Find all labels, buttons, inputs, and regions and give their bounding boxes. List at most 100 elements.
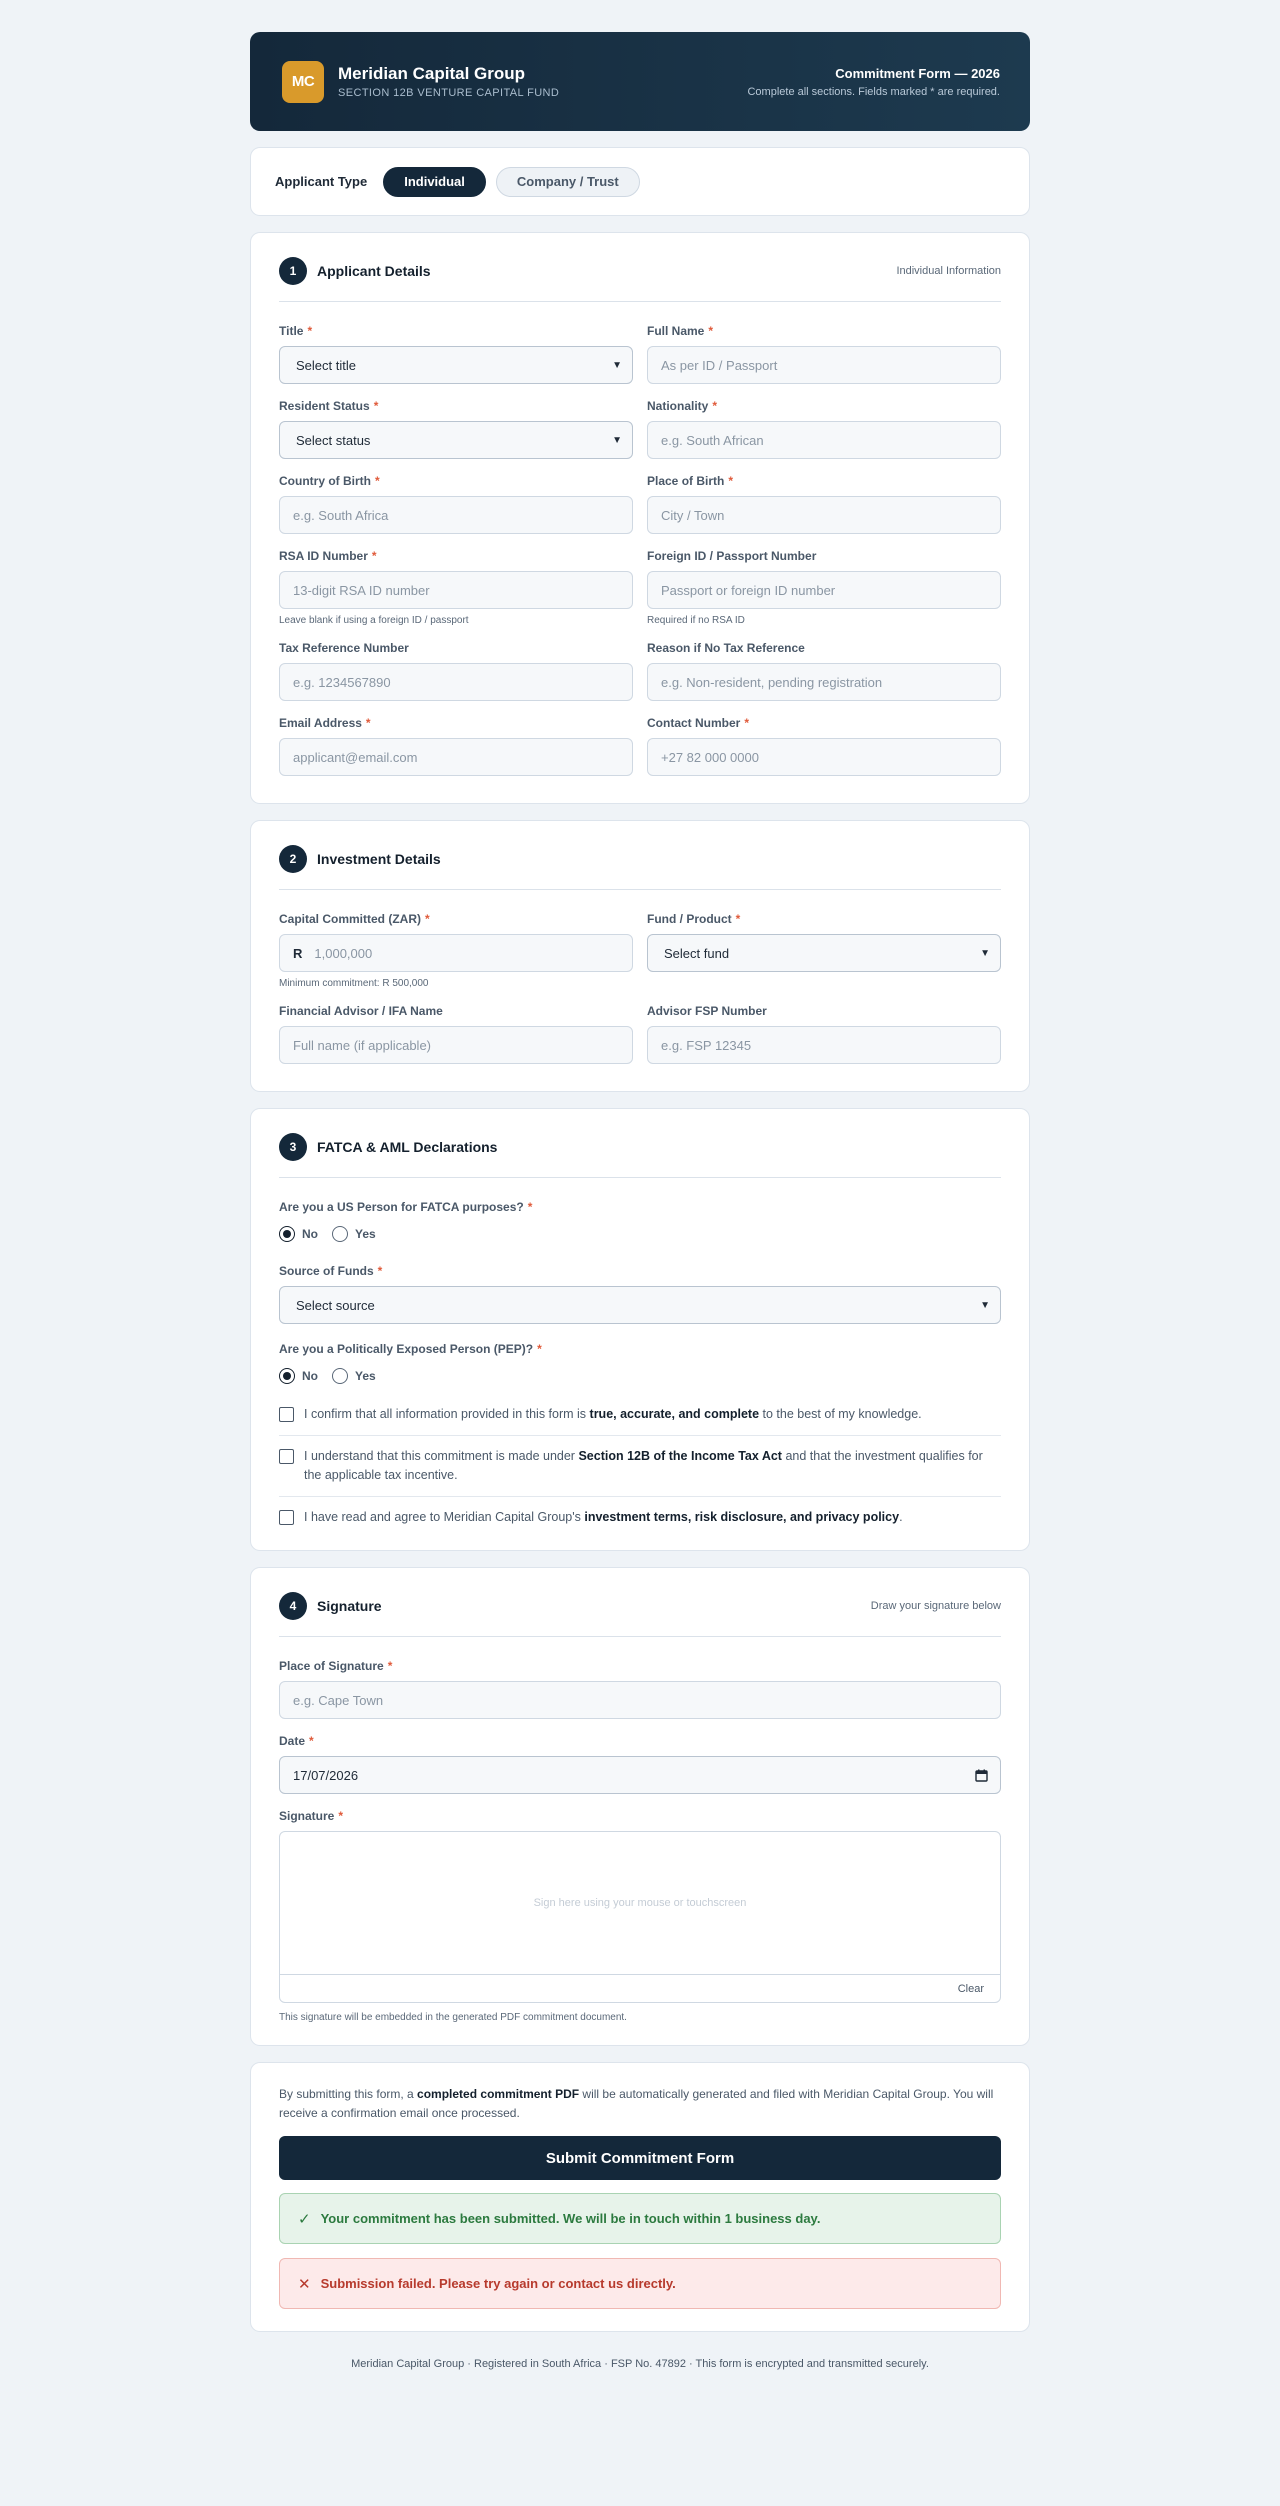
footer: Meridian Capital Group · Registered in S… (351, 2358, 929, 2370)
submit-card: By submitting this form, a completed com… (250, 2062, 1030, 2332)
pep-radio-group: No Yes (279, 1368, 1001, 1384)
section-number: 4 (279, 1592, 307, 1620)
signature-placeholder[interactable]: Sign here using your mouse or touchscree… (280, 1832, 1000, 1974)
full-name-input[interactable]: As per ID / Passport (647, 346, 1001, 384)
accuracy-checkbox[interactable] (279, 1407, 294, 1422)
section12b-checkbox[interactable] (279, 1449, 294, 1464)
applicant-type-label: Applicant Type (275, 174, 368, 189)
section-number: 1 (279, 257, 307, 285)
applicant-type-individual[interactable]: Individual (383, 166, 486, 197)
fatca-radio-group: No Yes (279, 1226, 1001, 1242)
email-label: Email Address (279, 716, 362, 730)
form-title: Commitment Form — 2026 (835, 65, 1000, 81)
capital-help: Minimum commitment: R 500,000 (279, 978, 429, 989)
pep-yes-radio[interactable]: Yes (332, 1368, 376, 1384)
chevron-down-icon: ▼ (980, 1299, 990, 1311)
section-fatca-aml: 3 FATCA & AML Declarations Are you a US … (250, 1108, 1030, 1551)
fatca-question: Are you a US Person for FATCA purposes? (279, 1200, 524, 1214)
success-alert: ✓ Your commitment has been submitted. We … (279, 2193, 1001, 2244)
nationality-label: Nationality (647, 399, 709, 413)
declaration-section12b: I understand that this commitment is mad… (279, 1436, 1001, 1497)
foreign-id-help: Required if no RSA ID (647, 615, 745, 626)
source-select[interactable]: Select source ▼ (279, 1286, 1001, 1324)
applicant-type-company[interactable]: Company / Trust (495, 166, 640, 197)
chevron-down-icon: ▼ (980, 947, 990, 959)
section-number: 2 (279, 845, 307, 873)
terms-checkbox[interactable] (279, 1510, 294, 1525)
fatca-no-radio[interactable]: No (279, 1226, 318, 1242)
capital-label: Capital Committed (ZAR) (279, 912, 421, 926)
capital-input[interactable]: R 1,000,000 (279, 934, 633, 972)
advisor-input[interactable]: Full name (if applicable) (279, 1026, 633, 1064)
section-title: Signature (317, 1598, 382, 1614)
resident-status-select[interactable]: Select status ▼ (279, 421, 633, 459)
pep-no-radio[interactable]: No (279, 1368, 318, 1384)
signature-label: Signature (279, 1809, 335, 1823)
title-select[interactable]: Select title ▼ (279, 346, 633, 384)
check-icon: ✓ (298, 2210, 311, 2228)
calendar-icon[interactable] (975, 1769, 988, 1782)
logo: MC (282, 60, 324, 103)
applicant-type-card: Applicant Type Individual Company / Trus… (250, 147, 1030, 216)
section-number: 3 (279, 1133, 307, 1161)
section-title: Applicant Details (317, 263, 431, 279)
declaration-accuracy: I confirm that all information provided … (279, 1394, 1001, 1436)
tax-ref-input[interactable]: e.g. 1234567890 (279, 663, 633, 701)
fatca-yes-radio[interactable]: Yes (332, 1226, 376, 1242)
section-title: FATCA & AML Declarations (317, 1139, 498, 1155)
title-label: Title (279, 324, 304, 338)
foreign-id-label: Foreign ID / Passport Number (647, 549, 817, 563)
no-tax-reason-label: Reason if No Tax Reference (647, 641, 805, 655)
rsa-id-label: RSA ID Number (279, 549, 368, 563)
rsa-id-help: Leave blank if using a foreign ID / pass… (279, 615, 469, 626)
tax-ref-label: Tax Reference Number (279, 641, 409, 655)
source-label: Source of Funds (279, 1264, 374, 1278)
pep-question: Are you a Politically Exposed Person (PE… (279, 1342, 534, 1356)
section-applicant-details: 1 Applicant Details Individual Informati… (250, 232, 1030, 804)
email-input[interactable]: applicant@email.com (279, 738, 633, 776)
date-input[interactable]: 17/07/2026 (279, 1756, 1001, 1794)
error-alert: ✕ Submission failed. Please try again or … (279, 2258, 1001, 2309)
page: MC Meridian Capital Group SECTION 12B VE… (250, 0, 1030, 2370)
nationality-input[interactable]: e.g. South African (647, 421, 1001, 459)
foreign-id-input[interactable]: Passport or foreign ID number (647, 571, 1001, 609)
form-header: MC Meridian Capital Group SECTION 12B VE… (250, 32, 1030, 131)
country-of-birth-label: Country of Birth (279, 474, 371, 488)
rsa-id-input[interactable]: 13-digit RSA ID number (279, 571, 633, 609)
submit-button[interactable]: Submit Commitment Form (279, 2136, 1001, 2180)
close-icon: ✕ (298, 2275, 311, 2293)
form-note: Complete all sections. Fields marked * a… (747, 85, 1000, 98)
chevron-down-icon: ▼ (612, 434, 622, 446)
signature-pad[interactable]: Sign here using your mouse or touchscree… (279, 1831, 1001, 2003)
full-name-label: Full Name (647, 324, 705, 338)
resident-status-label: Resident Status (279, 399, 370, 413)
brand-subtitle: SECTION 12B VENTURE CAPITAL FUND (338, 87, 560, 99)
chevron-down-icon: ▼ (612, 359, 622, 371)
brand-name: Meridian Capital Group (338, 64, 526, 83)
brand: MC Meridian Capital Group SECTION 12B VE… (282, 60, 560, 103)
section-signature: 4 Signature Draw your signature below Pl… (250, 1567, 1030, 2046)
place-of-birth-label: Place of Birth (647, 474, 725, 488)
section-note: Individual Information (896, 265, 1001, 277)
fsp-input[interactable]: e.g. FSP 12345 (647, 1026, 1001, 1064)
section-title: Investment Details (317, 851, 441, 867)
contact-input[interactable]: +27 82 000 0000 (647, 738, 1001, 776)
section-note: Draw your signature below (870, 1600, 1001, 1612)
declarations: I confirm that all information provided … (279, 1394, 1001, 1538)
advisor-label: Financial Advisor / IFA Name (279, 1004, 443, 1018)
place-of-signature-input[interactable]: e.g. Cape Town (279, 1681, 1001, 1719)
place-of-signature-label: Place of Signature (279, 1659, 384, 1673)
date-label: Date (279, 1734, 306, 1748)
fund-label: Fund / Product (647, 912, 732, 926)
declaration-terms: I have read and agree to Meridian Capita… (279, 1497, 1001, 1538)
clear-signature-button[interactable]: Clear (958, 1983, 984, 1995)
signature-help: This signature will be embedded in the g… (279, 2012, 627, 2023)
currency-prefix: R (293, 945, 303, 961)
no-tax-reason-input[interactable]: e.g. Non-resident, pending registration (647, 663, 1001, 701)
country-of-birth-input[interactable]: e.g. South Africa (279, 496, 633, 534)
section-investment-details: 2 Investment Details Capital Committed (… (250, 820, 1030, 1092)
submit-note: By submitting this form, a completed com… (279, 2087, 994, 2120)
place-of-birth-input[interactable]: City / Town (647, 496, 1001, 534)
contact-label: Contact Number (647, 716, 741, 730)
fund-select[interactable]: Select fund ▼ (647, 934, 1001, 972)
